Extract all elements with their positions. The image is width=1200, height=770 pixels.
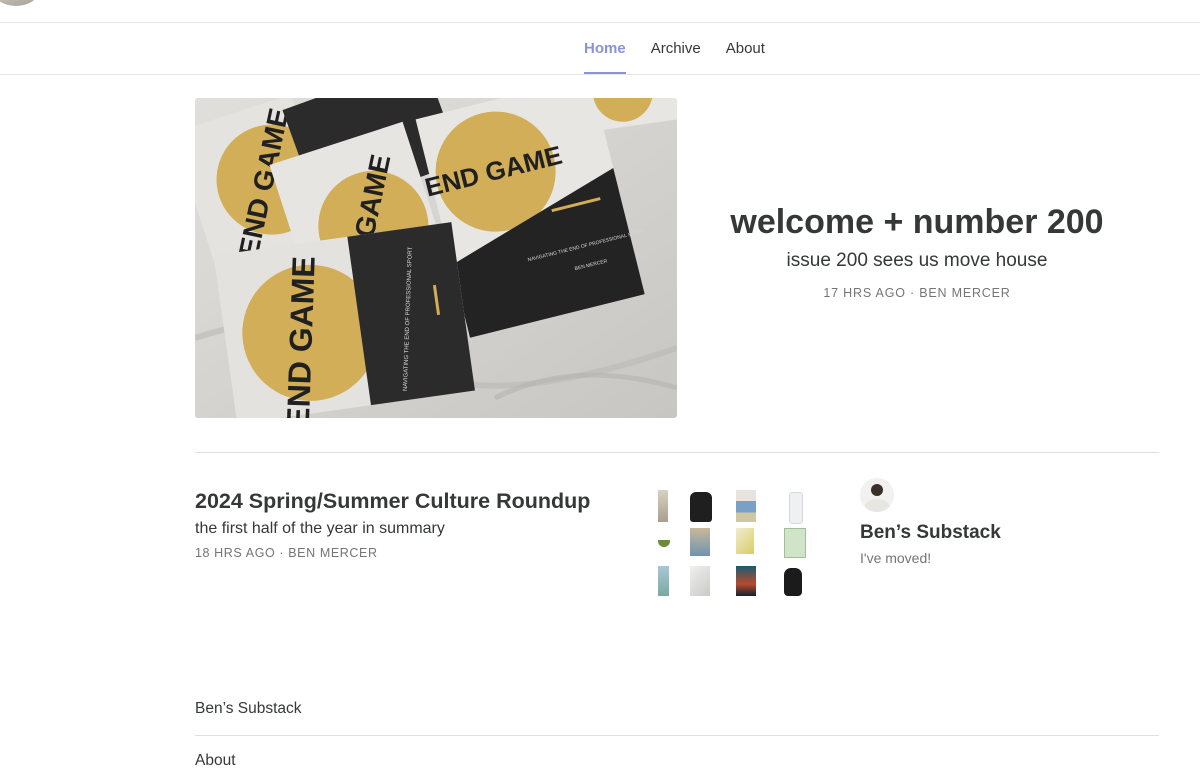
publication-card: Ben’s Substack I've moved!: [860, 478, 1120, 566]
thumb-book: [658, 566, 669, 596]
footer-about-link[interactable]: About: [195, 752, 236, 770]
post-thumbnail[interactable]: [650, 488, 810, 600]
thumb-book: [690, 528, 710, 556]
thumb-book: [736, 528, 754, 554]
footer-divider: [195, 735, 1159, 736]
post-title[interactable]: 2024 Spring/Summer Culture Roundup: [195, 486, 635, 516]
thumb-book: [658, 490, 668, 522]
tab-home[interactable]: Home: [584, 23, 638, 74]
nav-tabs: Home Archive About: [584, 23, 777, 74]
tab-about[interactable]: About: [713, 23, 777, 74]
thumb-bottle: [789, 492, 803, 524]
post-subtitle: the first half of the year in summary: [195, 520, 445, 537]
footer-publication-link[interactable]: Ben’s Substack: [195, 700, 302, 718]
post-meta: 18 HRS AGO · BEN MERCER: [195, 546, 378, 560]
section-divider: [195, 452, 1159, 453]
hero-post-title[interactable]: welcome + number 200: [700, 200, 1134, 244]
thumb-book: [736, 566, 756, 596]
main-navigation: Home Archive About: [0, 23, 1200, 75]
hero-post-subtitle: issue 200 sees us move house: [786, 250, 1048, 271]
tab-archive[interactable]: Archive: [638, 23, 713, 74]
publication-name[interactable]: Ben’s Substack: [860, 522, 1120, 544]
thumb-jacket: [690, 492, 712, 522]
thumb-book: [784, 528, 806, 558]
thumb-backpack: [784, 568, 802, 596]
publication-description: I've moved!: [860, 550, 932, 566]
top-bar: [0, 0, 1200, 23]
post-item: 2024 Spring/Summer Culture Roundup the f…: [195, 486, 635, 560]
thumb-book: [736, 490, 756, 522]
publication-logo[interactable]: [0, 0, 38, 6]
thumb-bowl: [658, 540, 670, 547]
hero-post-image[interactable]: END GAME END GAME END GAME NAVIGATING TH…: [195, 98, 677, 418]
hero-post-text: welcome + number 200 issue 200 sees us m…: [700, 200, 1134, 300]
author-avatar[interactable]: [860, 478, 894, 512]
hero-post-meta: 17 HRS AGO · BEN MERCER: [823, 286, 1011, 300]
thumb-book: [690, 566, 710, 596]
books-photo: END GAME END GAME END GAME NAVIGATING TH…: [195, 98, 677, 418]
author-photo: [860, 478, 894, 512]
